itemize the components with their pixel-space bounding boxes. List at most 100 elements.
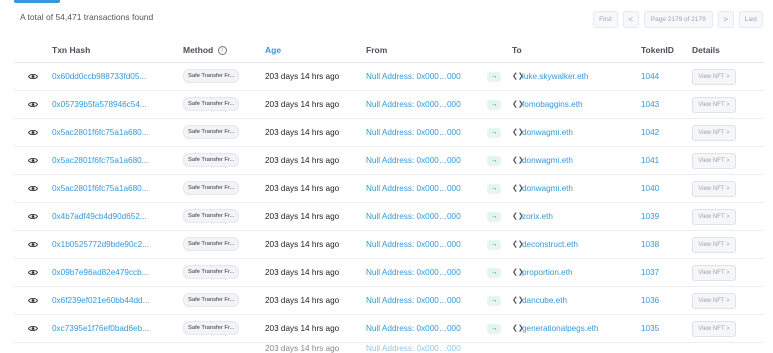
from-address-link[interactable]: Null Address: 0x000…000 [366,156,487,165]
row-age: 203 days 14 hrs ago [265,100,340,109]
method-cell: Safe Transfer Fr... [183,124,265,141]
column-to: To [512,45,522,55]
transactions-count: A total of 54,471 transactions found [20,12,154,22]
token-id-link[interactable]: 1040 [641,184,692,193]
method-cell: Safe Transfer Fr... [183,292,265,309]
txn-hash-link[interactable]: 0x5ac2801f6fc75a1a680... [52,184,183,193]
token-id-link[interactable]: 1041 [641,156,692,165]
eye-icon[interactable] [26,71,40,83]
txn-hash-link[interactable]: 0x5ac2801f6fc75a1a680... [52,128,183,137]
to-address-link[interactable]: proportion.eth [522,268,573,277]
row-age: 203 days 14 hrs ago [265,212,340,221]
view-nft-button[interactable]: View NFT > [692,180,736,197]
method-badge: Safe Transfer Fr... [183,68,240,83]
token-id-link[interactable]: 1038 [641,240,692,249]
arrow-right-icon: → [487,211,501,222]
column-age[interactable]: Age [265,45,366,55]
contract-icon: ❮❯ [512,240,524,248]
txn-hash-link[interactable]: 0x5ac2801f6fc75a1a680... [52,156,183,165]
view-nft-button[interactable]: View NFT > [692,292,736,309]
to-address-link[interactable]: deconstruct.eth [522,240,578,249]
view-nft-button[interactable]: View NFT > [692,152,736,169]
last-page-button[interactable]: Last [738,11,763,28]
to-cell: ❮❯ donwagmi.eth [512,128,641,137]
txn-hash-link[interactable]: 0x6f239ef021e60bb44dd... [52,296,183,305]
row-preview-cell [14,183,52,195]
row-preview-cell [14,71,52,83]
direction-cell: → [487,99,512,110]
view-nft-button[interactable]: View NFT > [692,96,736,113]
from-address-link[interactable]: Null Address: 0x000…000 [366,100,487,109]
eye-icon[interactable] [26,127,40,139]
contract-icon: ❮❯ [512,100,524,108]
next-page-button[interactable]: > [717,11,734,28]
token-id-link[interactable]: 1037 [641,268,692,277]
info-icon[interactable]: i [217,46,227,56]
view-nft-button[interactable]: View NFT > [692,236,736,253]
view-nft-button[interactable]: View NFT > [692,208,736,225]
eye-icon[interactable] [26,183,40,195]
from-address-link[interactable]: Null Address: 0x000…000 [366,212,487,221]
eye-icon[interactable] [26,295,40,307]
contract-icon: ❮❯ [512,156,524,164]
method-cell: Safe Transfer Fr... [183,152,265,169]
eye-icon[interactable] [26,267,40,279]
details-cell: View NFT > [692,152,752,169]
from-address-link[interactable]: Null Address: 0x000…000 [366,296,487,305]
method-badge: Safe Transfer Fr... [183,208,240,223]
to-address-link[interactable]: luke.skywalker.eth [522,72,588,81]
to-address-link[interactable]: donwagmi.eth [522,156,573,165]
txn-hash-link[interactable]: 0x60dd0ccb988733fd05... [52,72,183,81]
txn-hash-link[interactable]: 0x4b7adf49cb4d90d652... [52,212,183,221]
eye-icon[interactable] [26,323,40,335]
row-preview-cell [14,155,52,167]
row-preview-cell [14,295,52,307]
to-address-link[interactable]: fomobaggins.eth [522,100,583,109]
row-preview-cell [14,211,52,223]
contract-icon: ❮❯ [512,212,524,220]
eye-icon[interactable] [26,211,40,223]
from-address-link[interactable]: Null Address: 0x000…000 [366,72,487,81]
to-address-link[interactable]: generationalpegs.eth [522,324,598,333]
direction-cell: → [487,71,512,82]
prev-page-button[interactable]: < [622,11,639,28]
eye-icon[interactable] [26,99,40,111]
view-nft-button[interactable]: View NFT > [692,264,736,281]
token-id-link[interactable]: 1035 [641,324,692,333]
from-address-link[interactable]: Null Address: 0x000…000 [366,128,487,137]
to-address-link[interactable]: dancube.eth [522,296,567,305]
first-page-button[interactable]: First [593,11,618,28]
from-address-link[interactable]: Null Address: 0x000…000 [366,268,487,277]
token-id-link[interactable]: 1042 [641,128,692,137]
to-address-link[interactable]: donwagmi.eth [522,128,573,137]
token-id-link[interactable]: 1039 [641,212,692,221]
row-preview-cell [14,99,52,111]
view-nft-button[interactable]: View NFT > [692,68,736,85]
txn-hash-link[interactable]: 0x05739b5fa578946c54... [52,100,183,109]
token-id-link[interactable]: 1044 [641,72,692,81]
view-nft-button[interactable]: View NFT > [692,124,736,141]
method-cell: Safe Transfer Fr... [183,236,265,253]
eye-icon[interactable] [26,155,40,167]
from-address-link[interactable]: Null Address: 0x000…000 [366,324,487,333]
row-age: 203 days 14 hrs ago [265,324,340,333]
details-cell: View NFT > [692,124,752,141]
table-row: 0x5ac2801f6fc75a1a680... Safe Transfer F… [14,147,764,175]
txn-hash-link[interactable]: 0x1b0525772d9bde90c2... [52,240,183,249]
direction-cell: → [487,211,512,222]
transactions-table: Txn Hash Method i Age From To TokenID De… [14,38,764,353]
from-address-link[interactable]: Null Address: 0x000…000 [366,184,487,193]
contract-icon: ❮❯ [512,296,524,304]
table-row: 0x4b7adf49cb4d90d652... Safe Transfer Fr… [14,203,764,231]
txn-hash-link[interactable]: 0x09b7e96ad82e479ccb... [52,268,183,277]
token-id-link[interactable]: 1036 [641,296,692,305]
to-address-link[interactable]: zorix.eth [522,212,553,221]
view-nft-button[interactable]: View NFT > [692,320,736,337]
eye-icon[interactable] [26,239,40,251]
column-txn-hash: Txn Hash [52,45,91,55]
txn-hash-link[interactable]: 0xc7395e1f76ef0bad6eb... [52,324,183,333]
token-id-link[interactable]: 1043 [641,100,692,109]
from-address-link[interactable]: Null Address: 0x000…000 [366,240,487,249]
to-address-link[interactable]: donwagmi.eth [522,184,573,193]
table-row: 0x1b0525772d9bde90c2... Safe Transfer Fr… [14,231,764,259]
